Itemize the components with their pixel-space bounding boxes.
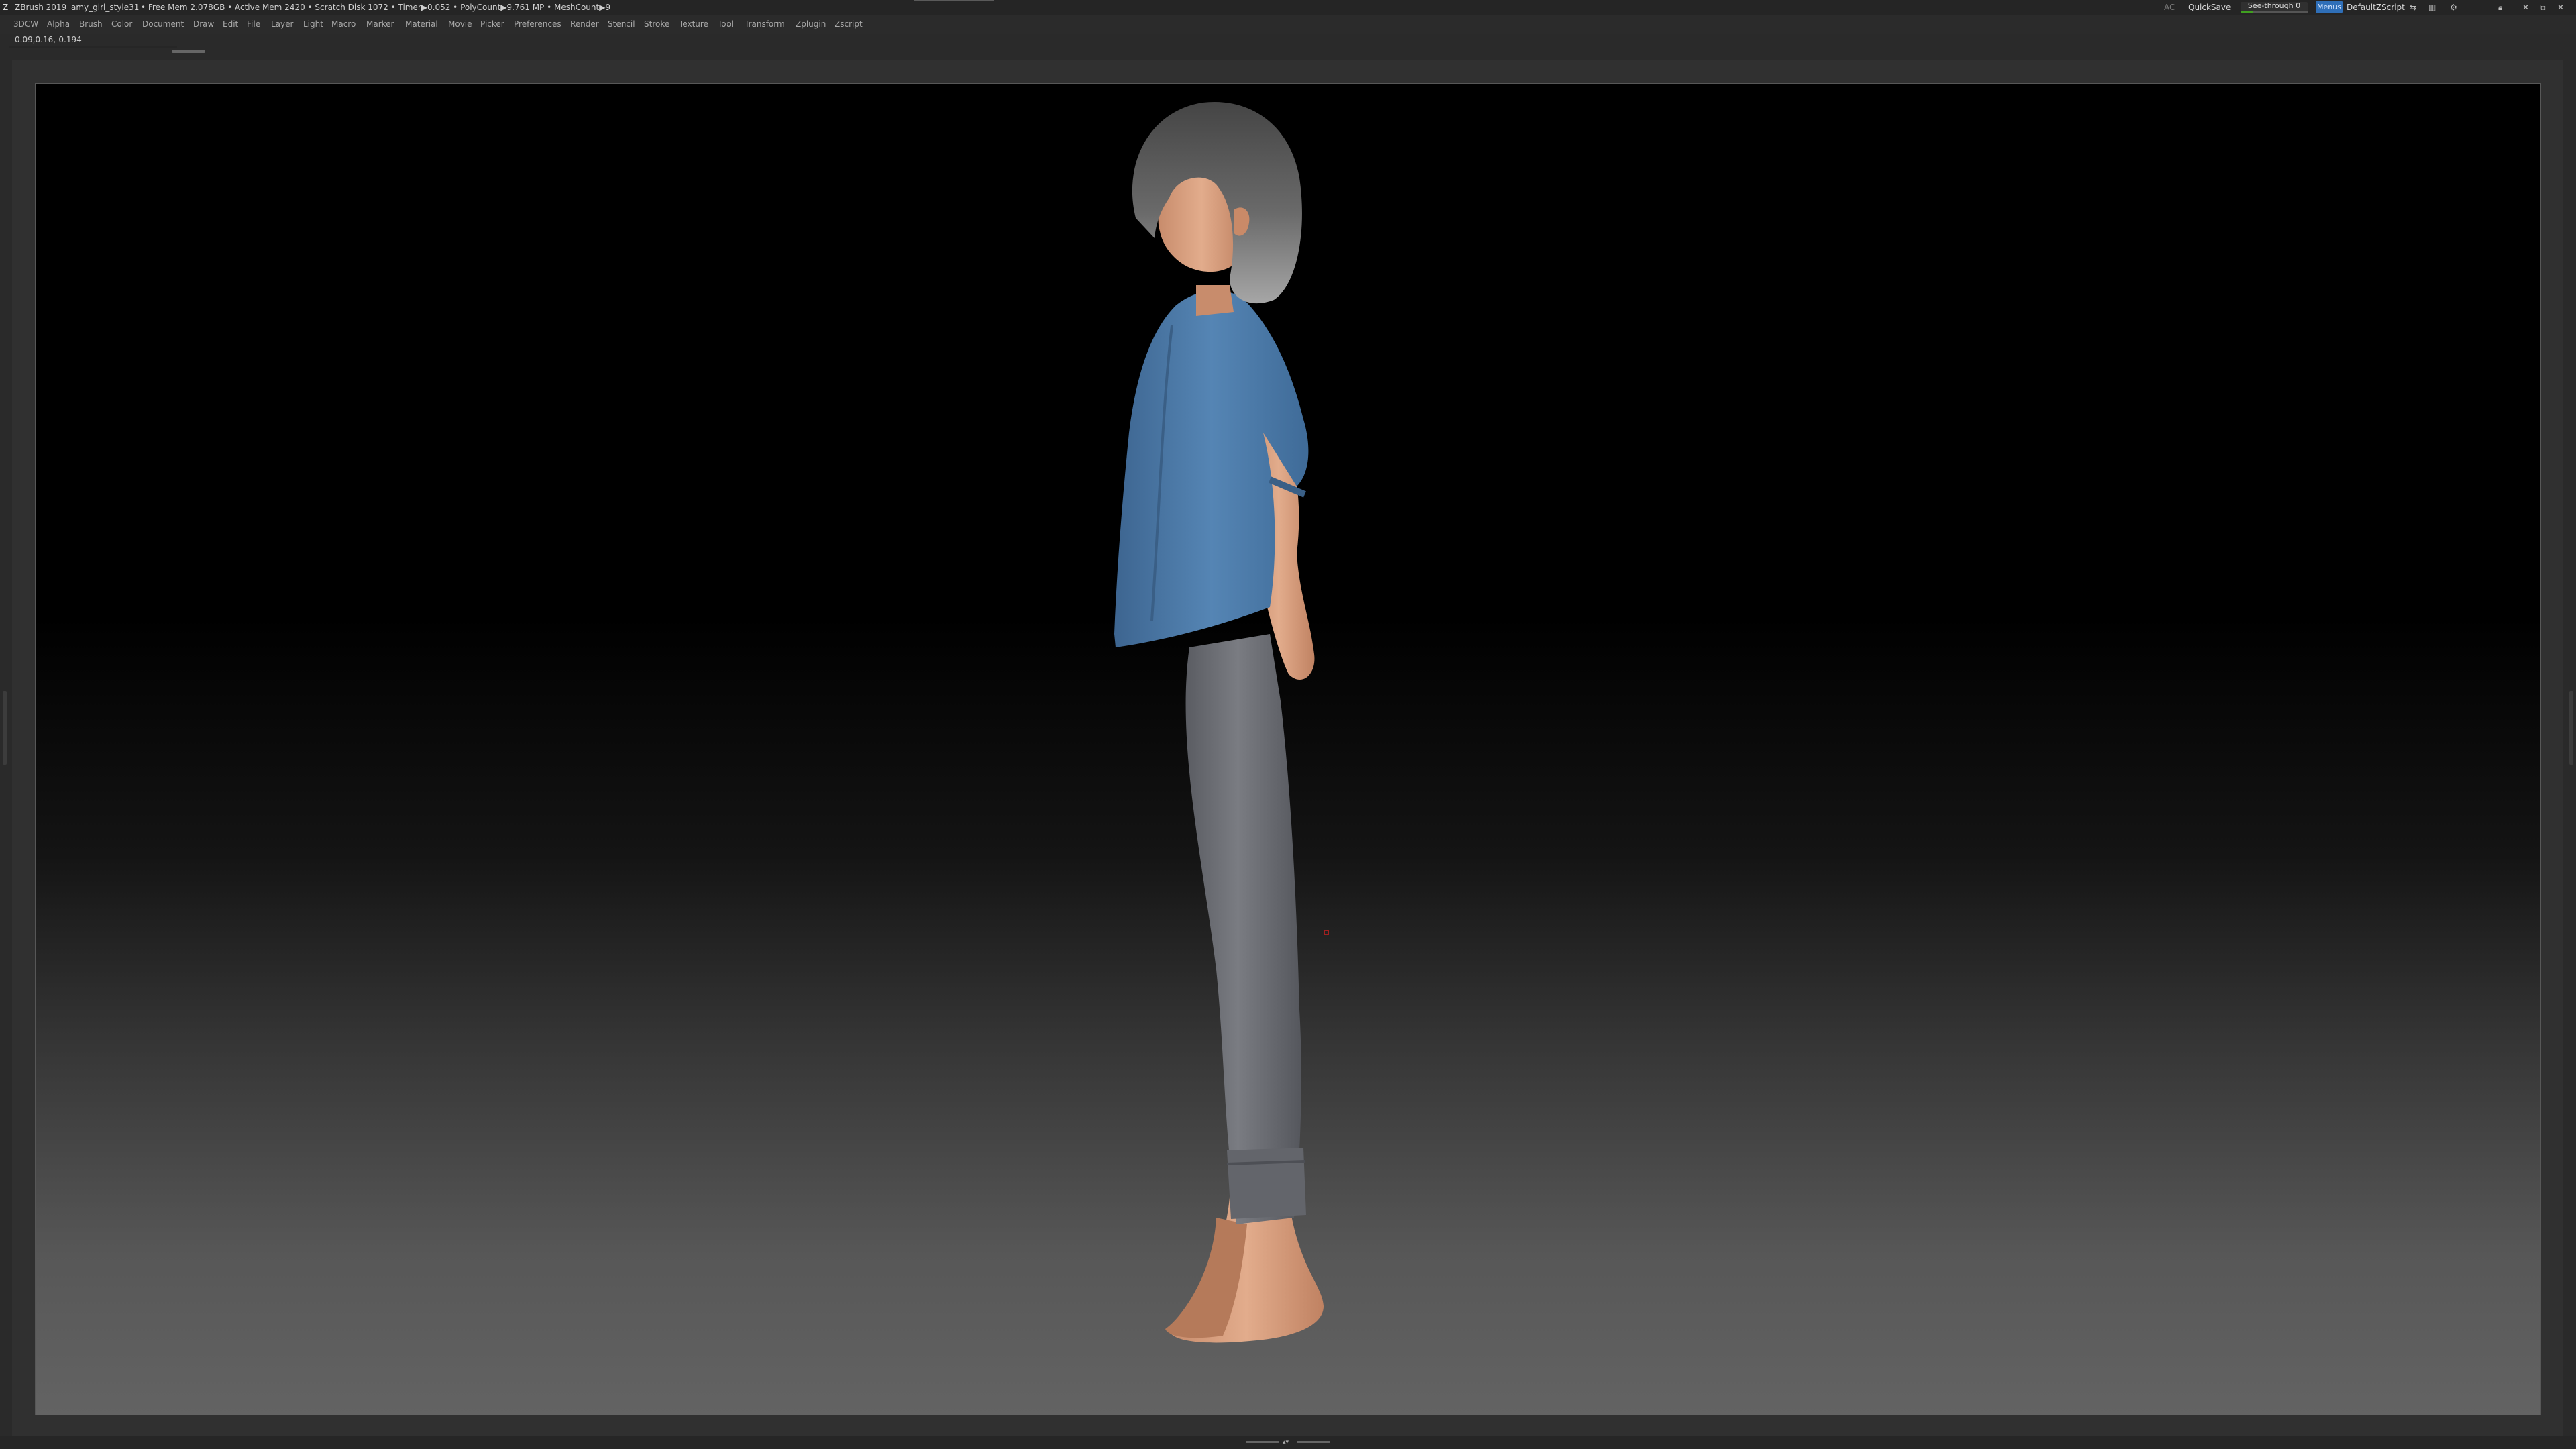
- menu-transform[interactable]: Transform: [745, 15, 785, 34]
- menu-stencil[interactable]: Stencil: [608, 15, 635, 34]
- canvas-viewport[interactable]: [35, 83, 2541, 1415]
- info-strip: 0.09,0.16,-0.194: [0, 34, 2576, 60]
- menu-material[interactable]: Material: [405, 15, 438, 34]
- right-tray-handle[interactable]: [2569, 691, 2573, 765]
- menu-zscript[interactable]: Zscript: [835, 15, 863, 34]
- layout-icon[interactable]: ▥: [2428, 0, 2436, 15]
- menu-brush[interactable]: Brush: [79, 15, 103, 34]
- title-bar: Ƶ ZBrush 2019 amy_girl_style31 • Free Me…: [0, 0, 2576, 15]
- default-zscript-button[interactable]: DefaultZScript: [2347, 0, 2405, 15]
- coordinates-field: [9, 46, 177, 48]
- help-icon[interactable]: ⇆: [2410, 0, 2416, 15]
- menu-draw[interactable]: Draw: [193, 15, 214, 34]
- menu-texture[interactable]: Texture: [679, 15, 708, 34]
- memory-stats: • Free Mem 2.078GB • Active Mem 2420 • S…: [141, 3, 611, 12]
- cursor-coordinates: 0.09,0.16,-0.194: [15, 35, 82, 44]
- ac-label[interactable]: AC: [2164, 0, 2175, 15]
- see-through-fill: [2241, 11, 2253, 13]
- menu-3dcw[interactable]: 3DCW: [13, 15, 38, 34]
- zbrush-logo-icon: Ƶ: [3, 3, 9, 12]
- document-name: amy_girl_style31: [71, 3, 140, 12]
- see-through-slider[interactable]: See-through 0: [2241, 2, 2308, 13]
- bottom-bar: ▴▾: [0, 1436, 2576, 1449]
- quicksave-button[interactable]: QuickSave: [2188, 0, 2231, 15]
- menu-picker[interactable]: Picker: [480, 15, 504, 34]
- settings-icon[interactable]: ⚙: [2450, 0, 2457, 15]
- pants: [1185, 634, 1306, 1224]
- menus-toggle-button[interactable]: Menus: [2316, 1, 2343, 13]
- character-model: [1114, 101, 1324, 1343]
- menu-macro[interactable]: Macro: [331, 15, 356, 34]
- menu-bar: 3DCW Alpha Brush Color Document Draw Edi…: [0, 15, 2576, 34]
- menu-stroke[interactable]: Stroke: [644, 15, 669, 34]
- menu-light[interactable]: Light: [303, 15, 323, 34]
- brush-cursor: [1324, 930, 1329, 935]
- menu-document[interactable]: Document: [142, 15, 184, 34]
- menu-file[interactable]: File: [247, 15, 260, 34]
- bottom-tray-handle[interactable]: ▴▾: [1246, 1439, 1330, 1446]
- menu-marker[interactable]: Marker: [366, 15, 394, 34]
- menu-render[interactable]: Render: [570, 15, 599, 34]
- lock-icon[interactable]: 🔒︎: [2498, 0, 2502, 15]
- menu-zplugin[interactable]: Zplugin: [796, 15, 826, 34]
- menu-edit[interactable]: Edit: [223, 15, 238, 34]
- top-tray-handle[interactable]: [172, 50, 205, 53]
- maximize-icon[interactable]: ⧉: [2540, 0, 2546, 15]
- menu-layer[interactable]: Layer: [271, 15, 293, 34]
- expand-arrows-icon: ▴▾: [1283, 1439, 1289, 1446]
- see-through-label: See-through 0: [2247, 1, 2301, 10]
- title-progress-indicator: [914, 0, 994, 1]
- head: [1132, 101, 1302, 316]
- menu-tool[interactable]: Tool: [718, 15, 733, 34]
- app-name: ZBrush 2019: [15, 3, 67, 12]
- minimize-icon[interactable]: ✕: [2522, 0, 2529, 15]
- menu-alpha[interactable]: Alpha: [47, 15, 70, 34]
- menu-color[interactable]: Color: [111, 15, 132, 34]
- close-icon[interactable]: ✕: [2557, 0, 2564, 15]
- menu-preferences[interactable]: Preferences: [514, 15, 561, 34]
- menu-movie[interactable]: Movie: [448, 15, 472, 34]
- left-tray-handle[interactable]: [3, 691, 7, 765]
